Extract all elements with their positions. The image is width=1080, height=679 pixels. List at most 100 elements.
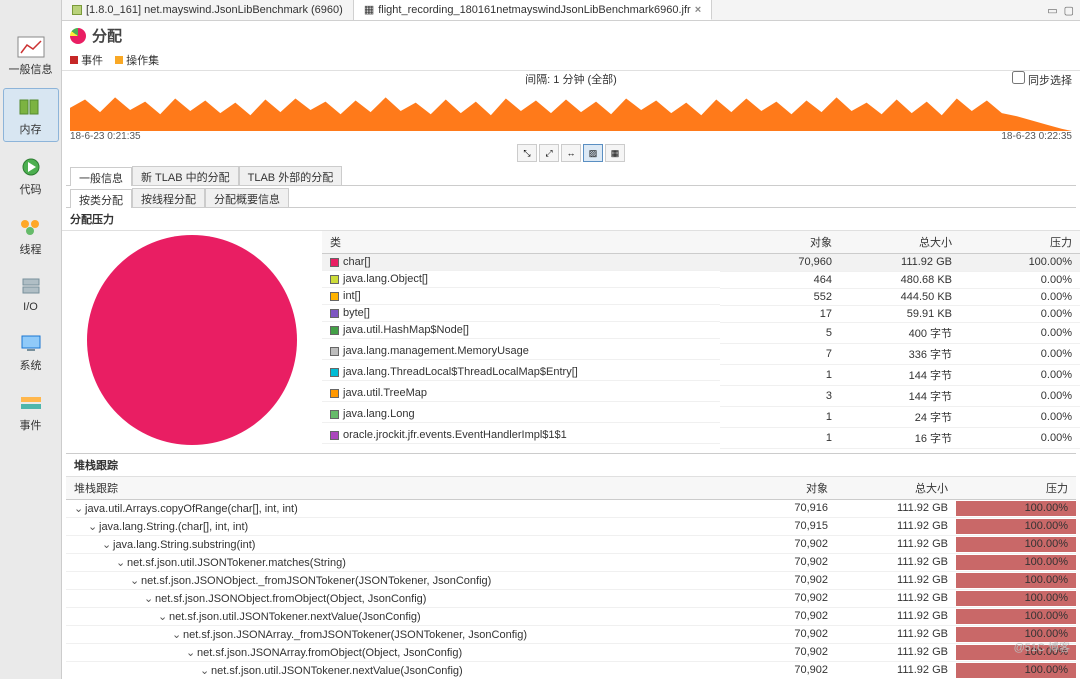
col-objects[interactable]: 对象 xyxy=(716,477,836,500)
close-icon[interactable]: × xyxy=(695,4,701,16)
sidebar-item-memory[interactable]: 内存 xyxy=(3,88,59,142)
stack-table: 堆栈跟踪 对象 总大小 压力 ⌄java.util.Arrays.copyOfR… xyxy=(66,477,1076,679)
sidebar-label: 代码 xyxy=(20,181,42,197)
col-class[interactable]: 类 xyxy=(322,231,720,254)
pie-chart[interactable] xyxy=(87,235,297,445)
col-size[interactable]: 总大小 xyxy=(836,477,956,500)
stack-table-wrap[interactable]: 堆栈跟踪 对象 总大小 压力 ⌄java.util.Arrays.copyOfR… xyxy=(66,477,1076,679)
table-row[interactable]: java.util.TreeMap3144 字节0.00% xyxy=(322,385,1080,406)
stacktrace-row[interactable]: ⌄java.lang.String.(char[], int, int)70,9… xyxy=(66,517,1076,535)
stacktrace-row[interactable]: ⌄java.util.Arrays.copyOfRange(char[], in… xyxy=(66,499,1076,517)
subtab-by-class[interactable]: 按类分配 xyxy=(70,189,132,208)
stacktrace-row[interactable]: ⌄net.sf.json.JSONArray._fromJSONTokener(… xyxy=(66,625,1076,643)
subtab-summary[interactable]: 分配概要信息 xyxy=(205,188,289,207)
stacktrace-row[interactable]: ⌄net.sf.json.JSONObject._fromJSONTokener… xyxy=(66,571,1076,589)
table-row[interactable]: java.lang.management.MemoryUsage7336 字节0… xyxy=(322,343,1080,364)
editor-tabs: [1.8.0_161] net.mayswind.JsonLibBenchmar… xyxy=(62,0,1080,21)
table-row[interactable]: java.lang.Object[]464480.68 KB0.00% xyxy=(322,271,1080,288)
table-row[interactable]: java.lang.ThreadLocal$ThreadLocalMap$Ent… xyxy=(322,364,1080,385)
sidebar-label: 一般信息 xyxy=(9,61,53,77)
table-row[interactable]: java.util.HashMap$Node[]5400 字节0.00% xyxy=(322,322,1080,343)
alloc-group-tabs: 按类分配 按线程分配 分配概要信息 xyxy=(66,188,1076,208)
alloc-table-wrap[interactable]: 类 对象 总大小 压力 char[]70,960111.92 GB100.00%… xyxy=(322,231,1080,449)
sidebar-item-events[interactable]: 事件 xyxy=(3,384,59,438)
pie-chart-wrap xyxy=(62,231,322,449)
alloc-panel-title: 分配压力 xyxy=(62,208,1080,231)
zoom-out-button[interactable]: ⤡ xyxy=(517,144,537,162)
stacktrace-row[interactable]: ⌄net.sf.json.JSONObject.fromObject(Objec… xyxy=(66,589,1076,607)
sidebar-label: 内存 xyxy=(20,121,42,137)
tab-jvm[interactable]: [1.8.0_161] net.mayswind.JsonLibBenchmar… xyxy=(62,0,354,20)
legend-label: 操作集 xyxy=(126,55,159,67)
color-chip xyxy=(330,431,339,440)
color-chip xyxy=(330,309,339,318)
sidebar-label: I/O xyxy=(23,301,38,313)
subtab-new-tlab[interactable]: 新 TLAB 中的分配 xyxy=(132,166,239,185)
minimize-icon[interactable]: ▭ xyxy=(1047,4,1057,17)
page-title: 分配 xyxy=(92,25,122,46)
stacktrace-row[interactable]: ⌄net.sf.json.util.JSONTokener.matches(St… xyxy=(66,553,1076,571)
table-row[interactable]: byte[]1759.91 KB0.00% xyxy=(322,305,1080,322)
col-size[interactable]: 总大小 xyxy=(840,231,960,254)
film-icon: ▦ xyxy=(364,3,374,16)
zoom-in-button[interactable]: ⤢ xyxy=(539,144,559,162)
timeline-chart[interactable] xyxy=(70,89,1072,131)
subtab-general[interactable]: 一般信息 xyxy=(70,167,132,186)
interval-row: 间隔: 1 分钟 (全部) 同步选择 xyxy=(62,71,1080,89)
table-row[interactable]: int[]552444.50 KB0.00% xyxy=(322,288,1080,305)
expand-icon[interactable]: ⌄ xyxy=(102,538,111,551)
reset-button[interactable]: ▦ xyxy=(605,144,625,162)
sidebar-item-threads[interactable]: 线程 xyxy=(3,208,59,262)
sidebar-item-code[interactable]: 代码 xyxy=(3,148,59,202)
time-end: 18-6-23 0:22:35 xyxy=(1001,131,1072,142)
expand-icon[interactable]: ⌄ xyxy=(74,502,83,515)
stacktrace-row[interactable]: ⌄net.sf.json.JSONArray.fromObject(Object… xyxy=(66,643,1076,661)
stacktrace-row[interactable]: ⌄net.sf.json.util.JSONTokener.nextValue(… xyxy=(66,661,1076,679)
stacktrace-row[interactable]: ⌄net.sf.json.util.JSONTokener.nextValue(… xyxy=(66,607,1076,625)
expand-icon[interactable]: ⌄ xyxy=(200,664,209,677)
expand-icon[interactable]: ⌄ xyxy=(88,520,97,533)
col-trace[interactable]: 堆栈跟踪 xyxy=(66,477,716,500)
table-row[interactable]: oracle.jrockit.jfr.events.EventHandlerIm… xyxy=(322,427,1080,448)
alloc-mode-tabs: 一般信息 新 TLAB 中的分配 TLAB 外部的分配 xyxy=(66,166,1076,186)
subtab-outside-tlab[interactable]: TLAB 外部的分配 xyxy=(239,166,343,185)
expand-icon[interactable]: ⌄ xyxy=(158,610,167,623)
table-row[interactable]: java.lang.Long124 字节0.00% xyxy=(322,406,1080,427)
stacktrace-row[interactable]: ⌄java.lang.String.substring(int)70,90211… xyxy=(66,535,1076,553)
pie-icon xyxy=(70,28,86,44)
expand-icon[interactable]: ⌄ xyxy=(172,628,181,641)
gauge-icon xyxy=(15,33,47,61)
color-chip xyxy=(330,258,339,267)
stack-panel-title: 堆栈跟踪 xyxy=(66,454,1076,477)
table-row[interactable]: char[]70,960111.92 GB100.00% xyxy=(322,254,1080,272)
legend-label: 事件 xyxy=(81,55,103,67)
tab-label: flight_recording_180161netmayswindJsonLi… xyxy=(378,4,690,16)
select-button[interactable]: ▨ xyxy=(583,144,603,162)
code-icon xyxy=(15,153,47,181)
maximize-icon[interactable]: ▢ xyxy=(1064,4,1074,17)
expand-icon[interactable]: ⌄ xyxy=(116,556,125,569)
sidebar-item-general[interactable]: 一般信息 xyxy=(3,28,59,82)
expand-icon[interactable]: ⌄ xyxy=(144,592,153,605)
legend-chip-events xyxy=(70,56,78,64)
sync-selection-checkbox[interactable]: 同步选择 xyxy=(1012,71,1072,88)
color-chip xyxy=(330,326,339,335)
expand-icon[interactable]: ⌄ xyxy=(186,646,195,659)
sidebar-label: 线程 xyxy=(20,241,42,257)
expand-icon[interactable]: ⌄ xyxy=(130,574,139,587)
sidebar-label: 事件 xyxy=(20,417,42,433)
col-objects[interactable]: 对象 xyxy=(720,231,840,254)
chart-toolbar: ⤡ ⤢ ↔ ▨ ▦ xyxy=(62,142,1080,164)
subtab-by-thread[interactable]: 按线程分配 xyxy=(132,188,205,207)
color-chip xyxy=(330,292,339,301)
time-axis: 18-6-23 0:21:35 18-6-23 0:22:35 xyxy=(62,131,1080,142)
col-pressure[interactable]: 压力 xyxy=(956,477,1076,500)
col-pressure[interactable]: 压力 xyxy=(960,231,1080,254)
main-area: [1.8.0_161] net.mayswind.JsonLibBenchmar… xyxy=(62,0,1080,679)
tab-label: [1.8.0_161] net.mayswind.JsonLibBenchmar… xyxy=(86,4,343,16)
page-header: 分配 xyxy=(62,21,1080,50)
tab-jfr[interactable]: ▦ flight_recording_180161netmayswindJsonL… xyxy=(354,0,712,20)
pan-button[interactable]: ↔ xyxy=(561,144,581,162)
sidebar-item-io[interactable]: I/O xyxy=(3,268,59,318)
sidebar-item-system[interactable]: 系统 xyxy=(3,324,59,378)
